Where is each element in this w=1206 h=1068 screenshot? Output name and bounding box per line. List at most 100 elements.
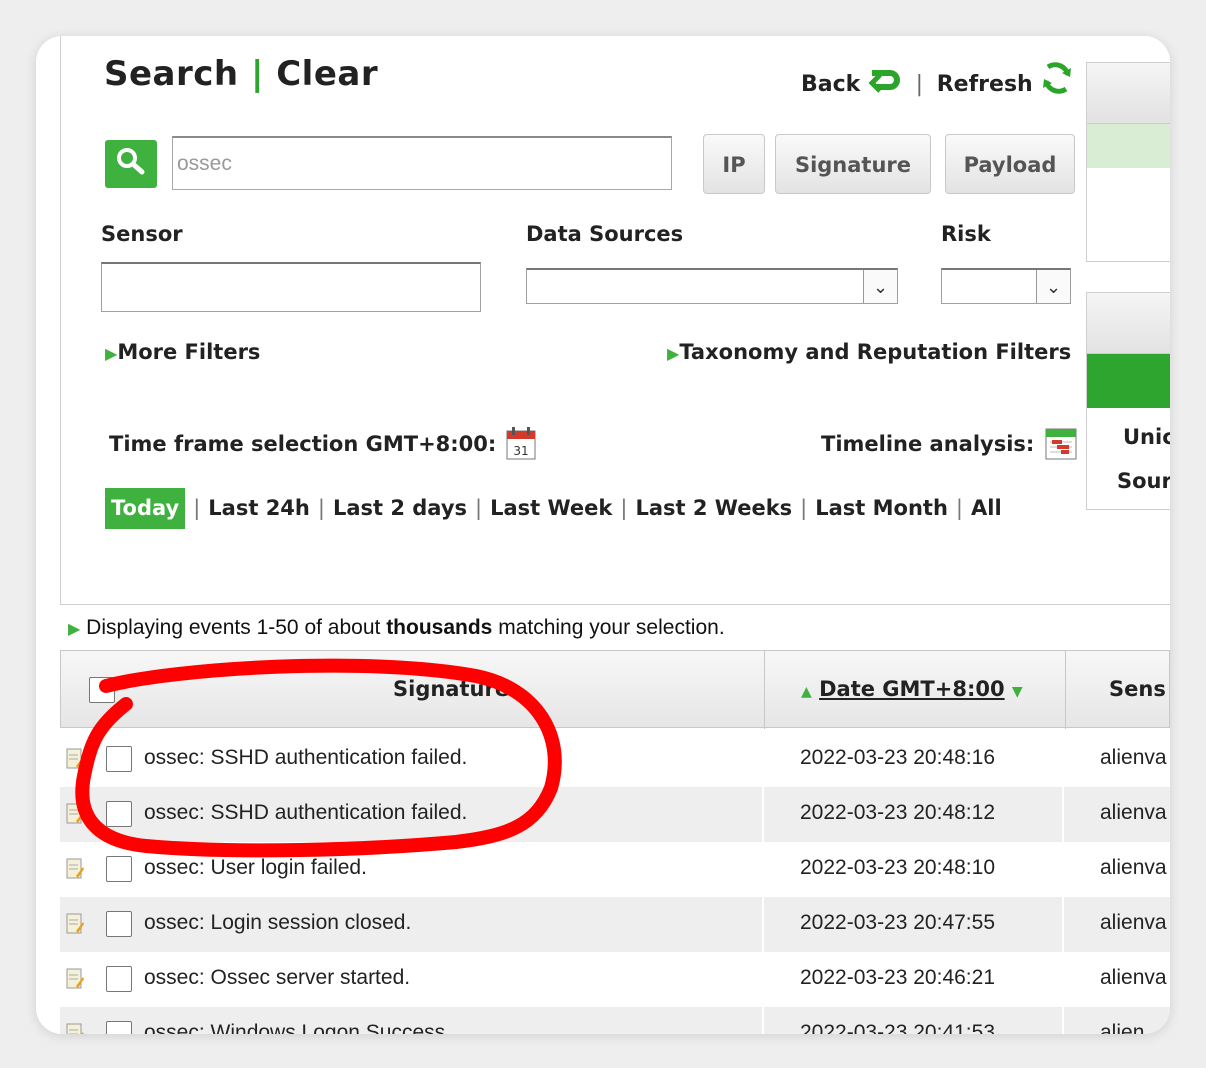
cell-divider — [762, 732, 764, 787]
column-sensor[interactable]: Sens — [1109, 677, 1166, 701]
tab-last-24h[interactable]: Last 24h — [208, 496, 310, 520]
table-header: Signature ▲ Date GMT+8:00 ▼ Sens — [60, 650, 1170, 729]
app-frame: Search | Clear Back | Refresh ossec IP S… — [36, 36, 1170, 1034]
more-filters-label: More Filters — [117, 340, 261, 364]
more-filters-link[interactable]: ▶More Filters — [105, 340, 260, 364]
row-checkbox[interactable] — [106, 1021, 132, 1034]
risk-label: Risk — [941, 222, 991, 246]
table-row[interactable]: ossec: Windows Logon Success. 2022-03-23… — [60, 1007, 1170, 1034]
row-date: 2022-03-23 20:48:16 — [800, 746, 995, 769]
column-divider — [1065, 651, 1066, 729]
status-prefix: Displaying events 1-50 of about — [86, 616, 381, 639]
chevron-down-icon[interactable]: ⌄ — [1036, 270, 1070, 303]
cell-divider — [1062, 787, 1064, 842]
search-link[interactable]: Search — [104, 54, 239, 94]
cell-divider — [762, 842, 764, 897]
row-checkbox[interactable] — [106, 966, 132, 992]
magnifier-icon — [117, 148, 145, 175]
note-icon[interactable] — [66, 748, 84, 770]
search-input[interactable]: ossec — [172, 136, 672, 190]
row-checkbox[interactable] — [106, 911, 132, 937]
side-widget-text2: Sour — [1117, 469, 1170, 493]
timeline-icon[interactable] — [1045, 426, 1077, 465]
side-widget-header — [1087, 63, 1170, 124]
row-signature[interactable]: ossec: SSHD authentication failed. — [144, 801, 467, 825]
row-sensor: alienva — [1100, 911, 1167, 934]
back-link[interactable]: Back — [801, 72, 860, 97]
cell-divider — [762, 787, 764, 842]
sensor-label: Sensor — [101, 222, 183, 246]
data-sources-select[interactable]: ⌄ — [526, 268, 898, 304]
tab-last-month[interactable]: Last Month — [815, 496, 948, 520]
row-signature[interactable]: ossec: Windows Logon Success. — [144, 1021, 451, 1034]
title-bar: Search | Clear — [104, 54, 378, 94]
refresh-link[interactable]: Refresh — [937, 72, 1033, 97]
table-row[interactable]: ossec: Login session closed. 2022-03-23 … — [60, 897, 1170, 952]
row-sensor: alien — [1100, 1021, 1145, 1034]
sort-asc-icon[interactable]: ▲ — [801, 684, 812, 700]
row-sensor: alienva — [1100, 801, 1167, 824]
status-triangle-icon: ▶ — [68, 621, 81, 638]
cell-divider — [1062, 732, 1064, 787]
risk-select[interactable]: ⌄ — [941, 268, 1071, 304]
cell-divider — [762, 1007, 764, 1034]
column-date[interactable]: ▲ Date GMT+8:00 ▼ — [801, 677, 1023, 701]
row-signature[interactable]: ossec: Login session closed. — [144, 911, 411, 935]
note-icon[interactable] — [66, 1023, 84, 1034]
sort-desc-icon[interactable]: ▼ — [1012, 684, 1023, 700]
time-range-tabs: Today | Last 24h | Last 2 days | Last Week | Las… — [105, 488, 1002, 529]
table-row[interactable]: ossec: SSHD authentication failed. 2022-… — [60, 732, 1170, 787]
cell-divider — [762, 897, 764, 952]
cell-divider — [1062, 1007, 1064, 1034]
refresh-icon[interactable] — [1040, 61, 1074, 101]
status-suffix: matching your selection. — [498, 616, 725, 639]
table-row[interactable]: ossec: User login failed. 2022-03-23 20:… — [60, 842, 1170, 897]
cell-divider — [1062, 842, 1064, 897]
tab-today[interactable]: Today — [105, 488, 186, 529]
data-sources-label: Data Sources — [526, 222, 684, 246]
select-all-checkbox[interactable] — [89, 677, 115, 703]
sensor-input[interactable] — [101, 262, 481, 312]
taxonomy-filters-link[interactable]: ▶Taxonomy and Reputation Filters — [667, 340, 1071, 364]
row-sensor: alienva — [1100, 966, 1167, 989]
signature-button[interactable]: Signature — [775, 134, 931, 194]
search-button[interactable] — [105, 140, 157, 188]
clear-link[interactable]: Clear — [276, 54, 378, 94]
expand-triangle-icon: ▶ — [667, 344, 680, 363]
row-sensor: alienva — [1100, 856, 1167, 879]
row-signature[interactable]: ossec: User login failed. — [144, 856, 367, 880]
note-icon[interactable] — [66, 803, 84, 825]
row-sensor: alienva — [1100, 746, 1167, 769]
calendar-icon[interactable]: 31 — [506, 426, 536, 465]
table-row[interactable]: ossec: SSHD authentication failed. 2022-… — [60, 787, 1170, 842]
tab-last-2-days[interactable]: Last 2 days — [333, 496, 467, 520]
back-arrow-icon[interactable] — [868, 65, 902, 101]
note-icon[interactable] — [66, 913, 84, 935]
timeline-label: Timeline analysis: — [821, 432, 1035, 456]
search-panel: Search | Clear Back | Refresh ossec IP S… — [60, 36, 1170, 605]
row-date: 2022-03-23 20:47:55 — [800, 911, 995, 934]
title-separator: | — [250, 54, 264, 94]
tab-last-week[interactable]: Last Week — [490, 496, 612, 520]
side-widget-green-bar — [1087, 354, 1170, 408]
tab-separator: | — [475, 496, 483, 520]
note-icon[interactable] — [66, 968, 84, 990]
row-checkbox[interactable] — [106, 801, 132, 827]
calendar-day: 31 — [513, 444, 528, 458]
table-row[interactable]: ossec: Ossec server started. 2022-03-23 … — [60, 952, 1170, 1007]
column-signature[interactable]: Signature — [393, 677, 509, 701]
row-signature[interactable]: ossec: Ossec server started. — [144, 966, 410, 990]
note-icon[interactable] — [66, 858, 84, 880]
row-date: 2022-03-23 20:48:12 — [800, 801, 995, 824]
tab-last-2-weeks[interactable]: Last 2 Weeks — [635, 496, 792, 520]
row-signature[interactable]: ossec: SSHD authentication failed. — [144, 746, 467, 770]
row-checkbox[interactable] — [106, 856, 132, 882]
payload-button[interactable]: Payload — [945, 134, 1075, 194]
ip-button[interactable]: IP — [703, 134, 765, 194]
chevron-down-icon[interactable]: ⌄ — [863, 270, 897, 303]
row-checkbox[interactable] — [106, 746, 132, 772]
side-widget-bottom: Unic Sour — [1086, 292, 1170, 510]
tab-all[interactable]: All — [971, 496, 1002, 520]
status-bold: thousands — [386, 616, 493, 639]
status-line: ▶ Displaying events 1-50 of about thousa… — [68, 616, 725, 640]
